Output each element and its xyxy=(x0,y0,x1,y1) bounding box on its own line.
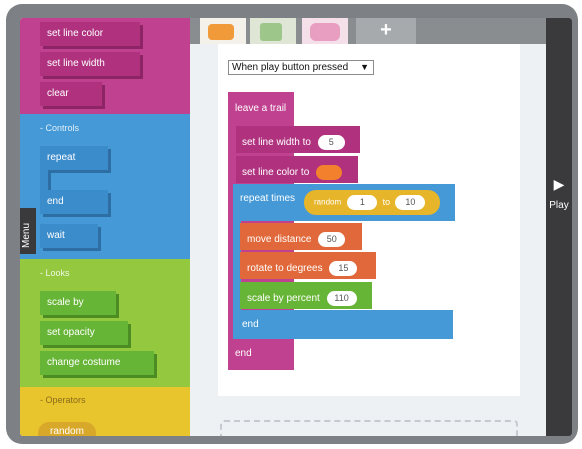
palette-block-set-opacity[interactable]: set opacity xyxy=(40,321,128,345)
operators-section-title: - Operators xyxy=(40,395,86,405)
add-sprite-button[interactable]: + xyxy=(356,18,416,44)
repeat-block-arm xyxy=(40,170,48,190)
trail-end-label: end xyxy=(235,348,252,359)
sprite-thumbnail-icon xyxy=(260,23,282,41)
palette-block-set-line-width[interactable]: set line width xyxy=(40,52,140,76)
random-label: random xyxy=(314,197,342,207)
move-distance-block[interactable]: move distance 50 xyxy=(240,223,362,250)
scale-percent-block[interactable]: scale by percent 110 xyxy=(240,282,372,309)
set-line-width-block[interactable]: set line width to 5 xyxy=(236,126,360,153)
event-trigger-value: When play button pressed xyxy=(232,62,349,73)
play-triangle-icon[interactable]: ▶ xyxy=(549,176,569,193)
random-to-input[interactable]: 10 xyxy=(395,195,426,210)
palette-block-repeat[interactable]: repeat xyxy=(40,146,108,170)
app-screen: set line color set line width clear - Co… xyxy=(20,18,572,436)
dropdown-arrow-icon: ▼ xyxy=(360,62,369,72)
rotate-degrees-input[interactable]: 15 xyxy=(329,261,358,276)
play-sidebar[interactable] xyxy=(546,18,572,436)
menu-tab-label: Menu xyxy=(21,222,32,248)
palette-operators-section: - Operators random xyxy=(20,387,190,436)
palette-block-set-line-color[interactable]: set line color xyxy=(40,22,140,46)
drop-zone[interactable] xyxy=(220,420,518,436)
sprite-tab-3[interactable] xyxy=(302,18,348,44)
play-label[interactable]: Play xyxy=(547,200,571,211)
random-operator-block[interactable]: random 1 to 10 xyxy=(304,190,440,215)
set-line-color-block[interactable]: set line color to xyxy=(236,156,358,183)
random-from-input[interactable]: 1 xyxy=(347,195,378,210)
leave-trail-label: leave a trail xyxy=(235,103,287,114)
controls-section-title: - Controls xyxy=(40,123,80,133)
palette-block-random[interactable]: random xyxy=(38,422,96,436)
menu-tab[interactable]: Menu xyxy=(20,208,36,254)
looks-section-title: - Looks xyxy=(40,268,70,278)
palette-block-clear[interactable]: clear xyxy=(40,82,102,106)
palette-looks-section: - Looks scale by set opacity change cost… xyxy=(20,259,190,387)
scale-percent-label: scale by percent xyxy=(247,293,320,305)
palette-block-scale-by[interactable]: scale by xyxy=(40,291,116,315)
random-to-label: to xyxy=(382,196,391,207)
event-trigger-select[interactable]: When play button pressed ▼ xyxy=(228,60,374,75)
sprite-tab-2[interactable] xyxy=(250,18,296,44)
sprite-thumbnail-icon xyxy=(310,23,340,41)
set-line-width-label: set line width to xyxy=(242,137,311,149)
rotate-degrees-label: rotate to degrees xyxy=(247,263,323,275)
palette-block-end[interactable]: end xyxy=(40,190,108,214)
palette-block-change-costume[interactable]: change costume xyxy=(40,351,154,375)
move-distance-label: move distance xyxy=(247,234,312,246)
palette-block-wait[interactable]: wait xyxy=(40,224,98,248)
tiger-sprite-icon xyxy=(208,24,234,40)
palette-controls-section: - Controls repeat end wait xyxy=(20,114,190,259)
repeat-end-block[interactable] xyxy=(233,310,453,339)
palette-pen-section: set line color set line width clear xyxy=(20,18,190,114)
rotate-degrees-block[interactable]: rotate to degrees 15 xyxy=(240,252,376,279)
line-color-swatch[interactable] xyxy=(316,165,343,180)
line-width-input[interactable]: 5 xyxy=(317,135,345,150)
sprite-tab-1[interactable] xyxy=(200,18,246,44)
repeat-end-label: end xyxy=(242,319,259,330)
scale-percent-input[interactable]: 110 xyxy=(326,291,357,306)
set-line-color-label: set line color to xyxy=(242,167,310,179)
repeat-label: repeat times xyxy=(240,193,296,204)
move-distance-input[interactable]: 50 xyxy=(318,232,346,247)
